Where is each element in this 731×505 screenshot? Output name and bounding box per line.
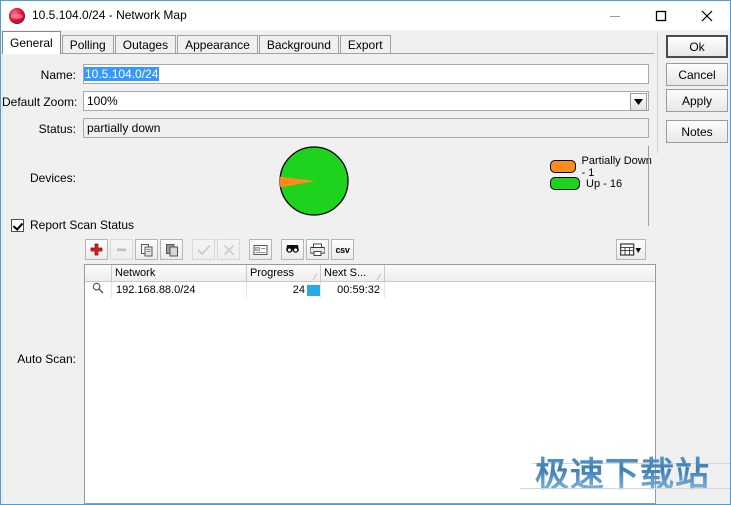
chevron-down-icon[interactable] [630,93,647,111]
auto-scan-label: Auto Scan: [2,352,76,366]
default-zoom-label: Default Zoom: [2,95,76,109]
grid-header-network[interactable]: Network [112,265,247,282]
maximize-button[interactable] [638,1,684,30]
grid-header-icon[interactable] [85,265,112,282]
notes-button[interactable]: Notes [666,120,728,143]
cancel-button[interactable]: Cancel [666,63,728,86]
row-progress: 24 [247,282,321,298]
copy-icon[interactable] [135,239,158,260]
remove-icon [110,239,133,260]
legend-swatch-up [550,177,580,190]
grid-header-progress[interactable]: Progress ⁄ [247,265,321,282]
csv-icon-label: csv [335,245,349,255]
report-scan-status-label: Report Scan Status [30,218,134,232]
sort-indicator-icon: ⁄ [314,269,316,282]
tab-appearance[interactable]: Appearance [177,35,258,54]
paste-icon[interactable] [160,239,183,260]
general-tab-panel: Name: 10.5.104.0/24 Default Zoom: 100% S… [2,54,654,504]
network-map-dialog: 10.5.104.0/24 - Network Map General Poll… [0,0,731,505]
tab-general[interactable]: General [2,31,61,54]
close-button[interactable] [684,1,730,30]
grid-header-row: Network Progress ⁄ Next S... ⁄ [85,265,655,282]
csv-icon[interactable]: csv [331,239,354,260]
row-filler [385,282,655,298]
check-icon [192,239,215,260]
apply-button[interactable]: Apply [666,89,728,112]
report-scan-status-checkbox[interactable]: Report Scan Status [11,218,134,232]
tab-polling[interactable]: Polling [62,35,114,54]
devices-label: Devices: [2,171,76,185]
card-icon[interactable] [249,239,272,260]
auto-scan-toolbar: csv [85,239,356,260]
magnifier-icon [92,282,104,298]
tab-strip: General Polling Outages Appearance Backg… [2,31,654,54]
name-input-value: 10.5.104.0/24 [84,67,159,81]
row-network: 192.168.88.0/24 [112,282,247,298]
grid-header-filler[interactable] [385,265,655,282]
title-bar: 10.5.104.0/24 - Network Map [1,1,730,30]
legend-label-partially-down: Partially Down - 1 [582,155,654,179]
status-field: partially down [83,118,649,138]
window-title: 10.5.104.0/24 - Network Map [32,1,187,30]
tab-outages[interactable]: Outages [115,35,176,54]
tab-export[interactable]: Export [340,35,391,54]
tab-background[interactable]: Background [259,35,339,54]
legend-divider [648,146,649,226]
checkmark-icon [11,219,24,232]
table-row[interactable]: 192.168.88.0/24 24 00:59:32 [85,282,655,298]
name-input[interactable]: 10.5.104.0/24 [83,64,649,84]
status-value: partially down [84,121,160,135]
legend-swatch-partially-down [550,160,576,173]
sort-indicator-icon-2: ⁄ [378,269,380,282]
right-panel-divider [657,33,658,153]
minimize-button[interactable] [592,1,638,30]
legend-label-up: Up - 16 [586,178,622,190]
default-zoom-value: 100% [84,94,118,108]
chart-legend: Partially Down - 1 Up - 16 [550,159,654,193]
progress-bar [307,285,320,296]
watermark-line-bottom [520,488,731,489]
grid-header-next-scan[interactable]: Next S... ⁄ [321,265,385,282]
name-label: Name: [2,68,76,82]
row-magnifier-cell[interactable] [85,282,112,298]
grid-view-icon[interactable] [616,239,646,260]
app-globe-icon [9,8,25,24]
window-controls [592,1,730,30]
row-progress-value: 24 [293,283,305,298]
status-label: Status: [2,122,76,136]
cancel-x-icon [217,239,240,260]
grid-header-progress-label: Progress [250,267,294,279]
ok-button[interactable]: Ok [666,35,728,58]
row-next-scan: 00:59:32 [321,282,385,298]
default-zoom-select[interactable]: 100% [83,91,649,111]
binoculars-icon[interactable] [281,239,304,260]
add-icon[interactable] [85,239,108,260]
legend-item-partially-down: Partially Down - 1 [550,159,654,174]
grid-header-next-scan-label: Next S... [324,267,366,279]
devices-pie-chart [278,145,350,217]
printer-icon[interactable] [306,239,329,260]
